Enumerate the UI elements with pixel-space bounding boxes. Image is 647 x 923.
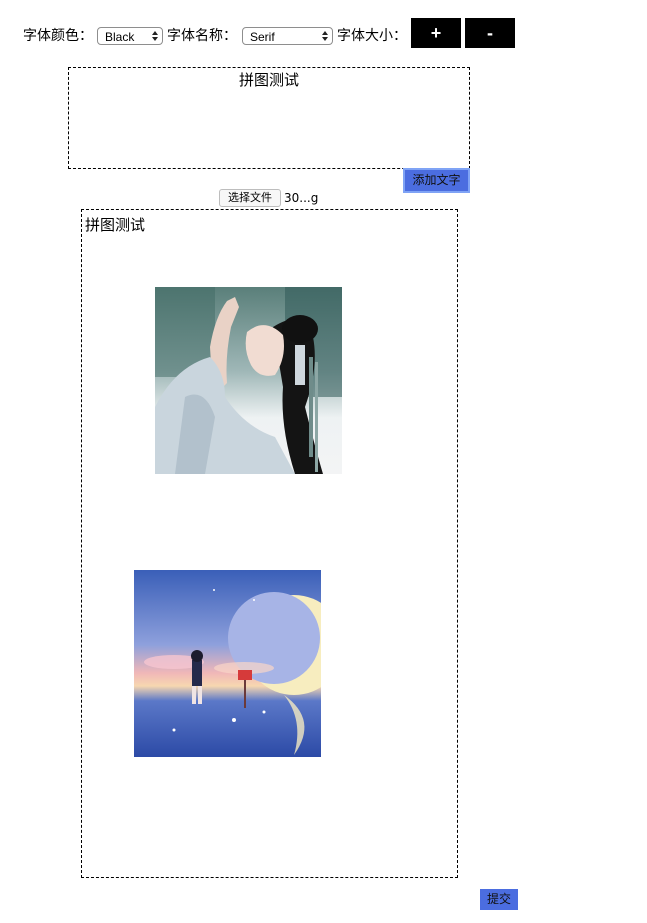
select-arrows-icon: [322, 31, 328, 41]
canvas-title-text: 拼图测试: [85, 216, 146, 234]
submit-button[interactable]: 提交: [480, 889, 518, 910]
increase-font-button[interactable]: +: [411, 18, 461, 48]
moon-sea-graphic: [134, 570, 321, 757]
text-input-content: 拼图测试: [238, 71, 299, 89]
font-name-label: 字体名称：: [167, 28, 237, 44]
font-name-select[interactable]: Serif: [242, 27, 333, 45]
text-input-area[interactable]: 拼图测试: [68, 67, 470, 169]
collage-canvas[interactable]: 拼图测试: [81, 209, 458, 878]
select-arrows-icon: [152, 31, 158, 41]
font-name-value: Serif: [250, 30, 275, 44]
moon-sea-illustration-image[interactable]: [134, 570, 321, 757]
font-color-select[interactable]: Black: [97, 27, 163, 45]
girl-photo-graphic: [155, 287, 342, 474]
decrease-font-button[interactable]: -: [465, 18, 515, 48]
choose-file-button[interactable]: 选择文件: [219, 189, 281, 207]
font-color-value: Black: [105, 30, 135, 44]
girl-photo-image[interactable]: [155, 287, 342, 474]
font-size-label: 字体大小：: [337, 28, 407, 44]
add-text-button[interactable]: 添加文字: [403, 168, 470, 193]
file-name-text: 30...g: [284, 191, 319, 205]
font-color-label: 字体颜色：: [23, 28, 93, 44]
